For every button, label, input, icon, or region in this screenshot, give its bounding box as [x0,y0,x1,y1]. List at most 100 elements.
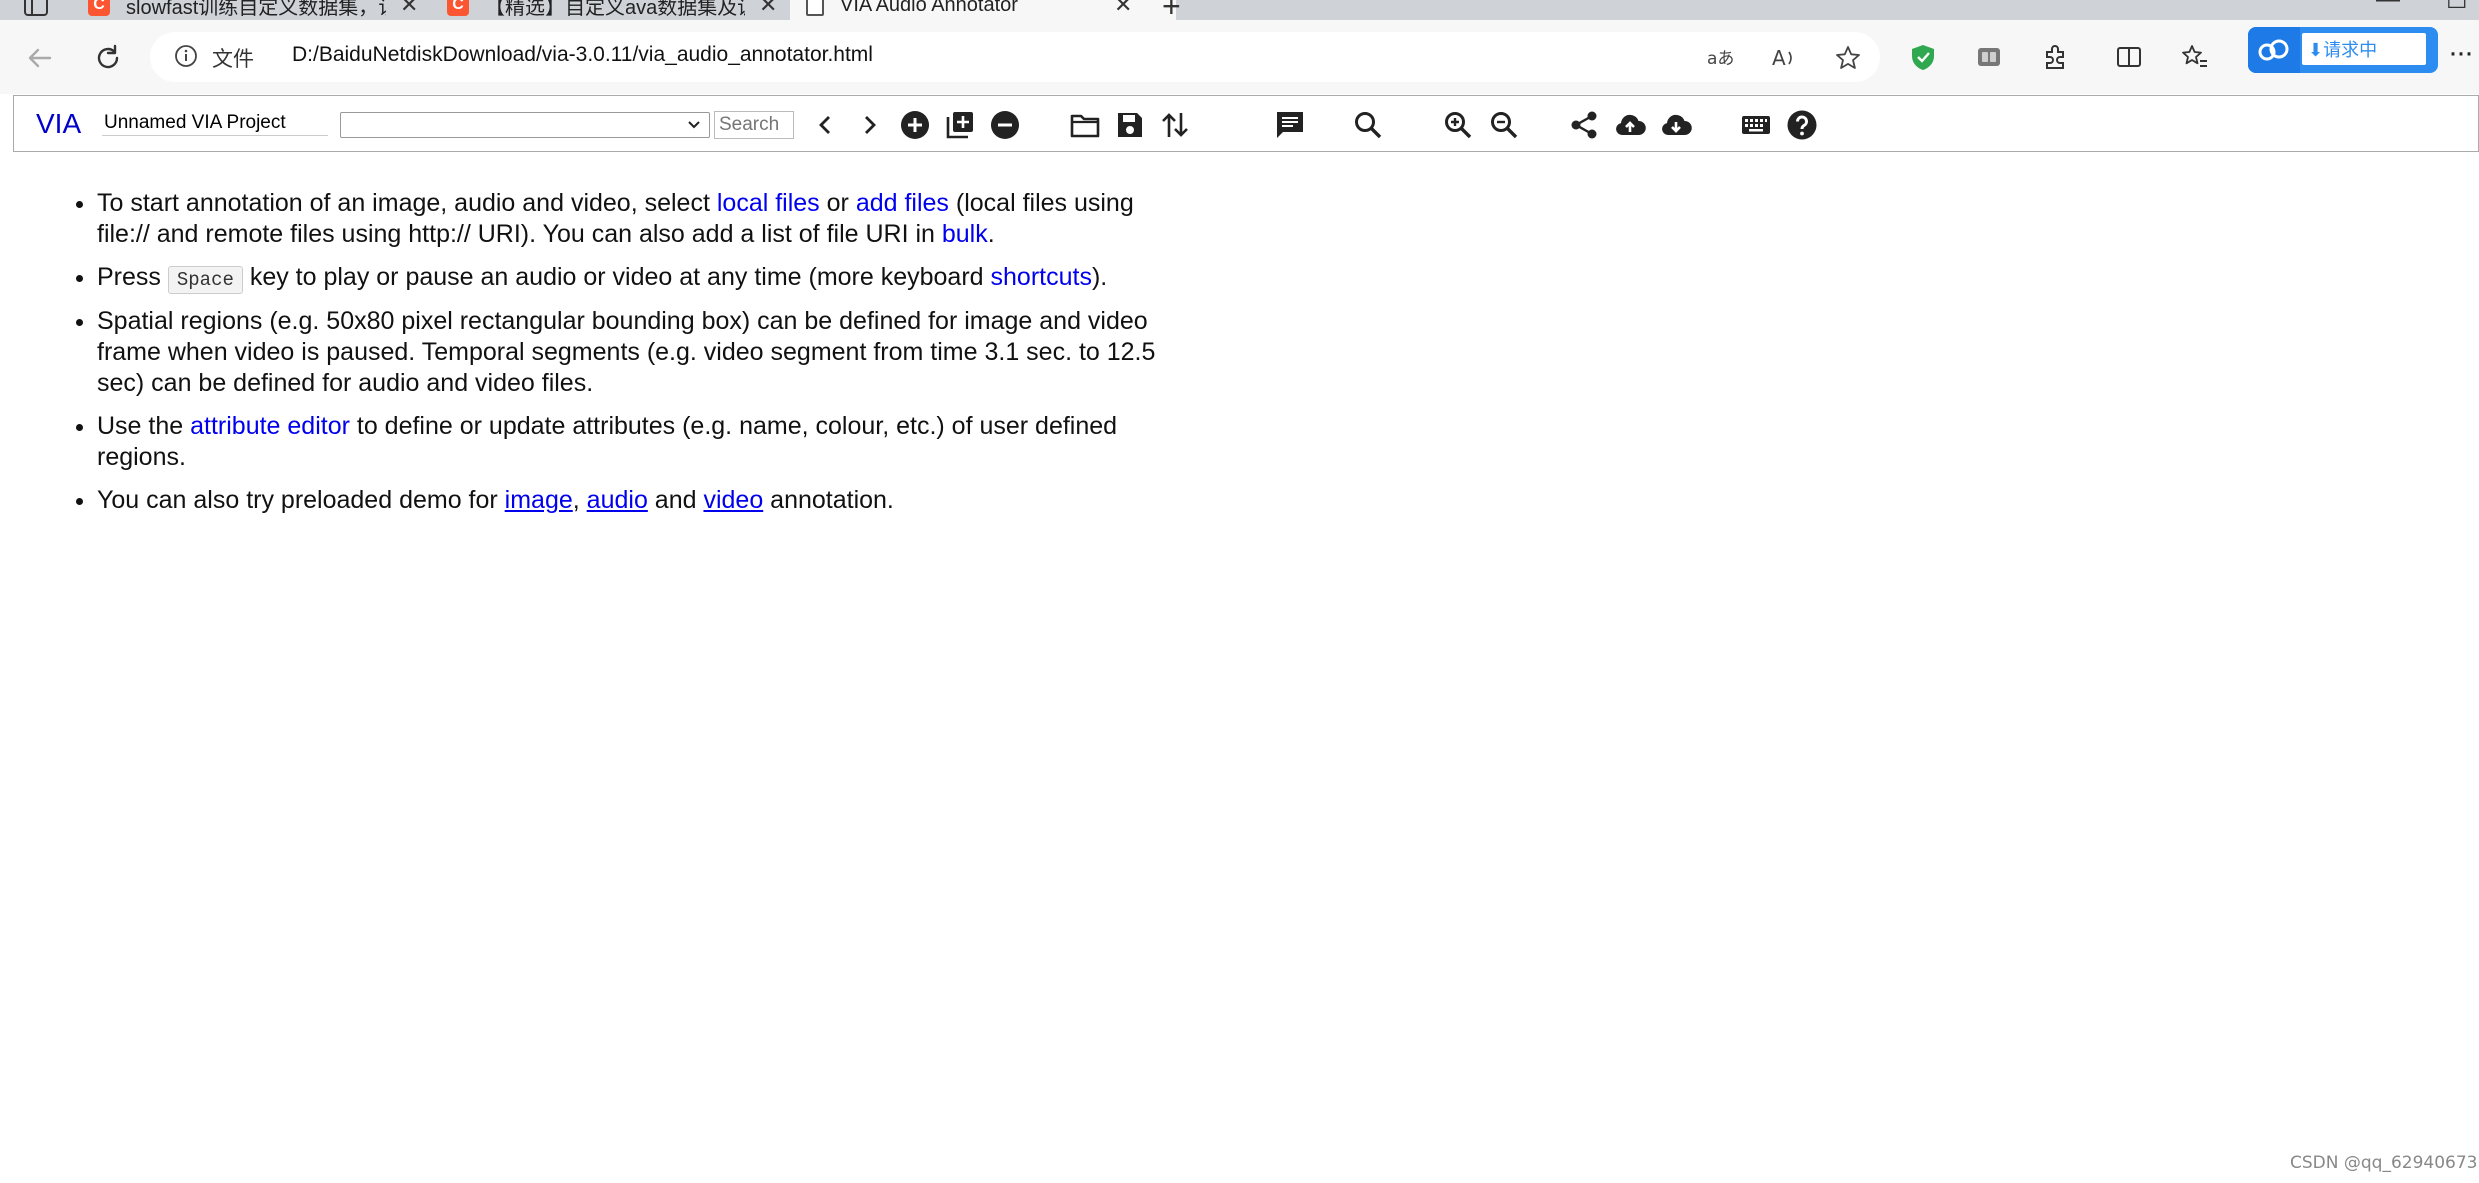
read-aloud-icon[interactable]: A [1770,44,1798,72]
help-text: . [987,220,995,248]
list-item: You can also try preloaded demo for imag… [97,485,1170,516]
zoom-in-button[interactable] [1442,109,1474,141]
url-text: D:/BaiduNetdiskDownload/via-3.0.11/via_a… [292,43,873,66]
list-item: Press Space key to play or pause an audi… [97,262,1170,294]
more-options-icon[interactable]: ··· [2448,36,2474,70]
cloud-download-icon [1662,114,1692,135]
tab-title: 【精选】自定义ava数据集及训练 [485,0,745,19]
share-icon [1571,111,1597,139]
search-input[interactable] [714,111,794,139]
chevron-down-icon [688,121,700,129]
space-key-badge: Space [167,266,243,294]
project-name-input[interactable] [102,111,328,136]
help-text: or [819,189,856,217]
next-file-button[interactable] [854,109,886,141]
help-text: ). [1091,263,1108,291]
extension-tile-icon[interactable] [1974,42,2004,72]
open-project-button[interactable] [1069,109,1101,141]
shield-icon[interactable] [1908,42,1938,72]
csdn-icon: C [447,0,469,16]
shortcuts-link[interactable]: shortcuts [991,263,1092,291]
search-button[interactable] [1352,109,1384,141]
favorites-icon[interactable] [2180,42,2210,72]
favorite-star-icon[interactable] [1834,44,1862,72]
baidu-netdisk-extension-button[interactable]: ⬇请求中 [2248,27,2438,73]
import-export-icon [1162,113,1188,137]
help-text: Use the [97,412,191,440]
via-logo[interactable]: VIA [36,108,81,140]
list-item: Spatial regions (e.g. 50x80 pixel rectan… [97,306,1170,399]
save-project-button[interactable] [1114,109,1146,141]
keyboard-icon [1742,116,1770,134]
via-toolbar: VIA [13,95,2479,152]
refresh-icon[interactable] [92,42,124,74]
tab-csdn-2[interactable]: C 【精选】自定义ava数据集及训练 ✕ [447,0,777,20]
extensions-puzzle-icon[interactable] [2040,42,2070,72]
add-circle-icon [901,111,929,139]
add-files-bulk-button[interactable] [944,109,976,141]
help-text: Spatial regions (e.g. 50x80 pixel rectan… [97,307,1156,397]
zoom-in-icon [1445,112,1472,139]
add-files-link[interactable]: add files [856,189,949,217]
svg-text:A: A [1772,46,1786,70]
attribute-editor-button[interactable] [1274,109,1306,141]
cloud-upload-icon [1616,114,1646,135]
zoom-out-button[interactable] [1488,109,1520,141]
tab-title: slowfast训练自定义数据集，识别 [126,0,386,19]
browser-address-bar: 文件 D:/BaiduNetdiskDownload/via-3.0.11/vi… [0,20,2479,94]
help-text: You can also try preloaded demo for [97,486,505,514]
minimize-icon[interactable]: — [2376,0,2400,14]
help-text: , [572,486,587,514]
help-text: and [647,486,704,514]
close-icon[interactable]: ✕ [759,0,777,18]
new-tab-icon[interactable]: + [1162,0,1181,20]
previous-file-button[interactable] [809,109,841,141]
sidebar-toggle-icon[interactable] [22,0,50,18]
list-item: Use the attribute editor to define or up… [97,411,1170,473]
tab-via-audio-annotator[interactable]: VIA Audio Annotator ✕ [790,0,1176,20]
bulk-link[interactable]: bulk [942,220,988,248]
chevron-left-icon [819,116,830,134]
help-text: Press [97,263,168,291]
search-icon [1355,112,1382,139]
demo-audio-link[interactable]: audio [587,486,648,514]
close-icon[interactable]: ✕ [400,0,418,18]
address-input[interactable]: 文件 D:/BaiduNetdiskDownload/via-3.0.11/vi… [150,32,1880,82]
import-export-button[interactable] [1159,109,1191,141]
cloud-upload-button[interactable] [1614,109,1646,141]
translate-icon[interactable]: aあ [1706,44,1734,72]
tab-csdn-1[interactable]: C slowfast训练自定义数据集，识别 ✕ [88,0,418,20]
browser-tab-strip: C slowfast训练自定义数据集，识别 ✕ C 【精选】自定义ava数据集及… [0,0,2479,20]
comment-icon [1277,112,1303,138]
cloud-icon [2248,27,2300,73]
keyboard-shortcuts-button[interactable] [1740,109,1772,141]
help-text: key to play or pause an audio or video a… [242,263,991,291]
close-icon[interactable]: ✕ [1114,0,1132,18]
help-panel: To start annotation of an image, audio a… [60,188,1170,528]
scheme-label: 文件 [212,48,254,71]
demo-image-link[interactable]: image [505,486,573,514]
back-icon[interactable] [24,42,56,74]
save-icon [1118,113,1142,137]
split-screen-icon[interactable] [2114,42,2144,72]
list-item: To start annotation of an image, audio a… [97,188,1170,250]
help-button[interactable] [1786,109,1818,141]
share-button[interactable] [1568,109,1600,141]
folder-icon [1070,114,1100,138]
file-select-dropdown[interactable] [340,112,710,138]
chevron-right-icon [865,116,876,134]
local-files-link[interactable]: local files [717,189,820,217]
cloud-download-button[interactable] [1660,109,1692,141]
attribute-editor-link[interactable]: attribute editor [190,412,350,440]
extension-status-label: ⬇请求中 [2300,31,2428,67]
demo-video-link[interactable]: video [703,486,763,514]
info-icon[interactable] [174,44,198,68]
help-text: annotation. [763,486,894,514]
maximize-icon[interactable]: ☐ [2446,0,2468,15]
help-list: To start annotation of an image, audio a… [60,188,1170,516]
watermark: CSDN @qq_62940673 [2290,1153,2478,1173]
add-file-button[interactable] [899,109,931,141]
remove-circle-icon [991,111,1019,139]
remove-file-button[interactable] [989,109,1021,141]
help-text: To start annotation of an image, audio a… [97,189,717,217]
